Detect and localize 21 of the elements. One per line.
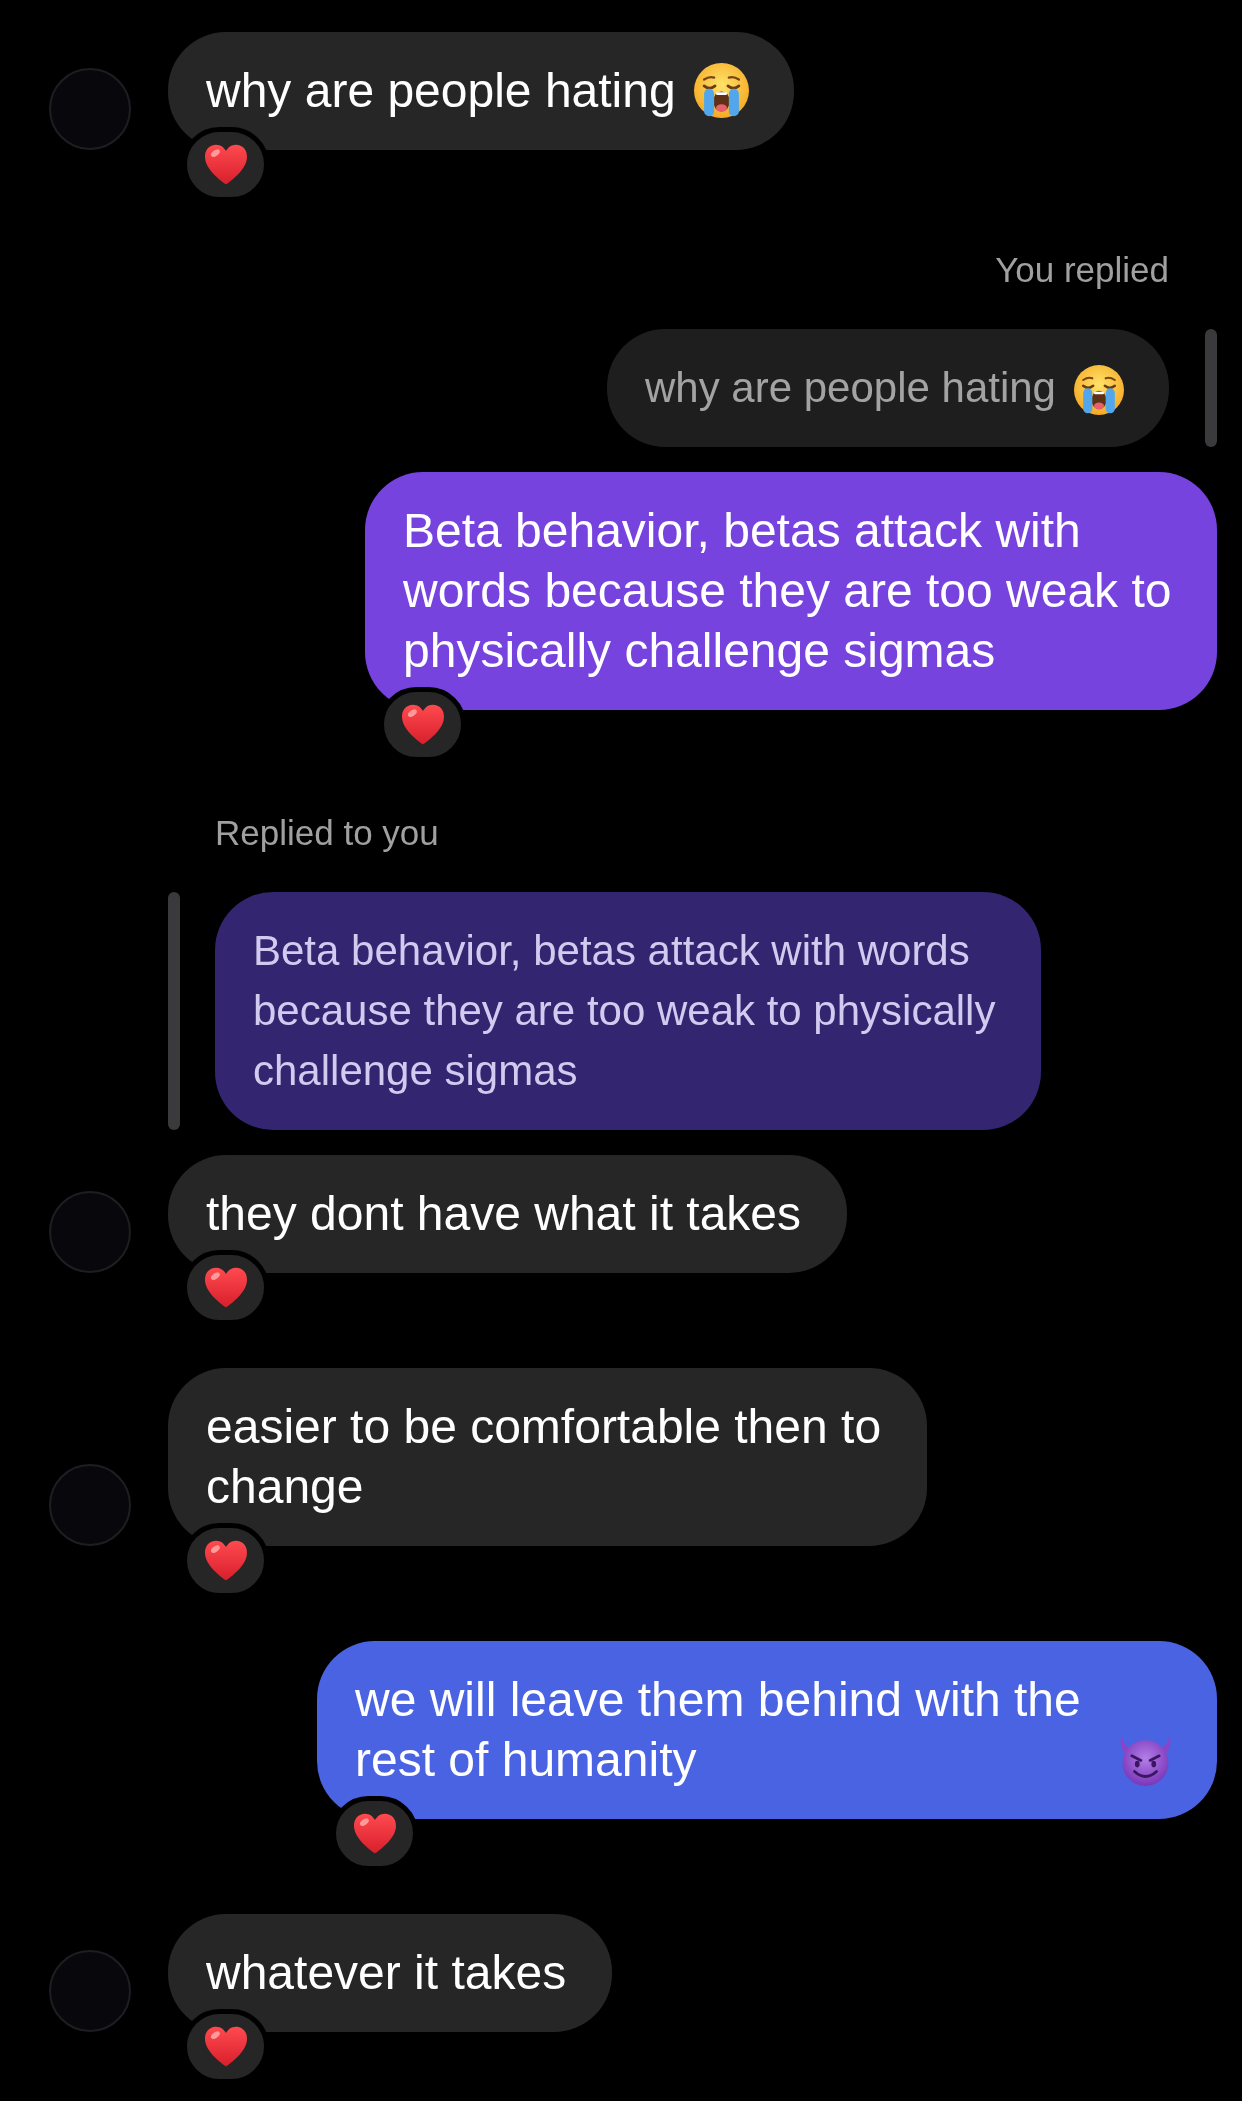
reply-label: Replied to you bbox=[215, 813, 439, 853]
heart-icon bbox=[203, 1267, 248, 1308]
message-text: they dont have what it takes bbox=[206, 1187, 802, 1240]
heart-icon bbox=[203, 2026, 248, 2067]
heart-icon bbox=[400, 704, 445, 745]
heart-icon bbox=[203, 1540, 248, 1581]
quoted-message[interactable]: Beta behavior, betas attack with words because they are too weak to physically challenge sigmas bbox=[215, 892, 1041, 1130]
devil-face-icon bbox=[1118, 1732, 1173, 1787]
heart-icon bbox=[352, 1813, 397, 1854]
message-text: whatever it takes bbox=[206, 1946, 567, 1999]
message-text: we will leave them behind with the rest of humanity bbox=[355, 1672, 1082, 1788]
reply-label: You replied bbox=[995, 250, 1169, 290]
crying-face-icon bbox=[1073, 365, 1124, 415]
quoted-text: Beta behavior, betas attack with words because they are too weak to physically challenge sigmas bbox=[253, 927, 996, 1094]
quoted-message[interactable]: why are people hating bbox=[607, 329, 1169, 447]
message-text: easier to be comfortable then to change bbox=[206, 1400, 882, 1513]
crying-face-icon bbox=[693, 63, 749, 118]
heart-icon bbox=[203, 144, 248, 185]
message-text: Beta behavior, betas attack with words because they are too weak to physically challenge sigmas bbox=[403, 504, 1172, 677]
quoted-text: why are people hating bbox=[645, 363, 1056, 413]
message-text: why are people hating bbox=[206, 63, 676, 119]
